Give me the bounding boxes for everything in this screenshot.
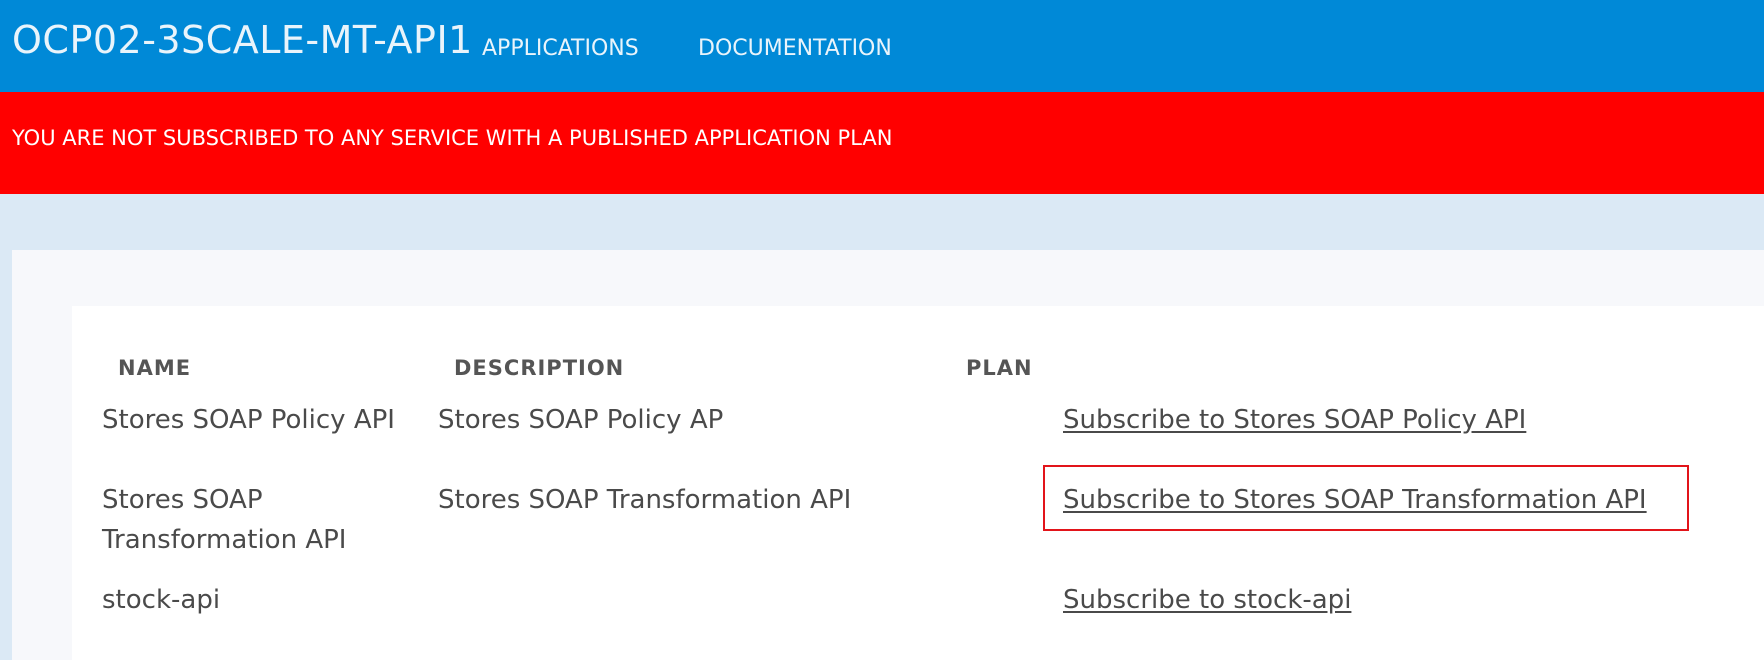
service-name: Stores SOAP Transformation API (102, 485, 347, 555)
brand-title[interactable]: OCP02-3SCALE-MT-API1 (12, 18, 473, 62)
service-description: Stores SOAP Policy AP (438, 405, 724, 435)
service-name: stock-api (102, 585, 221, 615)
subscribe-link[interactable]: Subscribe to Stores SOAP Policy API (1063, 405, 1526, 435)
alert-message: YOU ARE NOT SUBSCRIBED TO ANY SERVICE WI… (12, 126, 893, 150)
service-name: Stores SOAP Policy API (102, 405, 395, 435)
alert-banner: YOU ARE NOT SUBSCRIBED TO ANY SERVICE WI… (0, 92, 1764, 194)
plan-cell: Subscribe to Stores SOAP Policy API (1063, 400, 1526, 440)
column-header-name: NAME (118, 356, 192, 380)
nav-applications-link[interactable]: APPLICATIONS (482, 36, 639, 61)
subscribe-link[interactable]: Subscribe to stock-api (1063, 585, 1351, 615)
column-header-plan: PLAN (966, 356, 1033, 380)
top-navbar: OCP02-3SCALE-MT-API1 APPLICATIONS DOCUME… (0, 0, 1764, 92)
column-header-description: DESCRIPTION (454, 356, 625, 380)
nav-documentation-link[interactable]: DOCUMENTATION (698, 36, 892, 61)
plan-cell: Subscribe to stock-api (1063, 580, 1351, 620)
subscribe-link[interactable]: Subscribe to Stores SOAP Transformation … (1063, 485, 1647, 515)
plan-cell: Subscribe to Stores SOAP Transformation … (1063, 480, 1647, 520)
service-description: Stores SOAP Transformation API (438, 485, 852, 515)
